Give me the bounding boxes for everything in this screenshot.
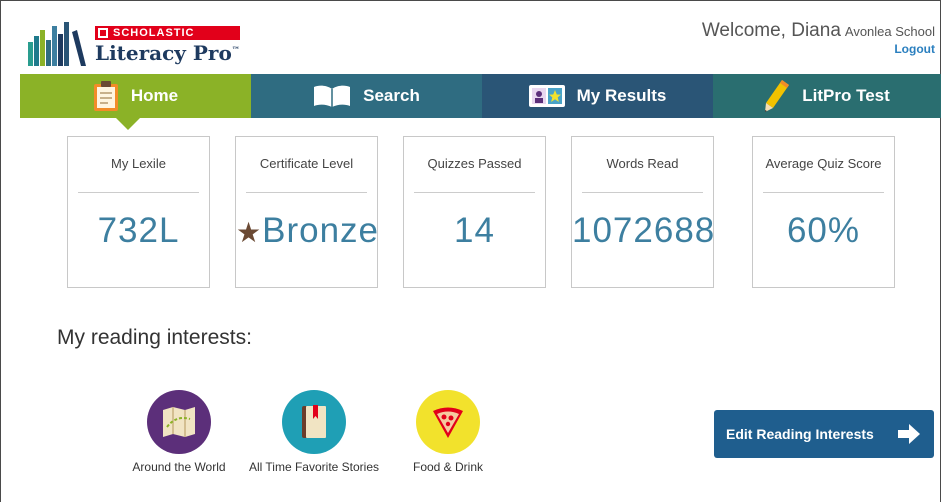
book-icon [313, 84, 351, 108]
stat-label: Certificate Level [246, 156, 367, 193]
interest-around-the-world[interactable]: Around the World [109, 390, 249, 476]
edit-reading-interests-button[interactable]: Edit Reading Interests [714, 410, 934, 458]
clipboard-icon [93, 81, 119, 111]
tab-home[interactable]: Home [20, 74, 251, 130]
tab-my-results-label: My Results [576, 86, 667, 105]
interest-label: All Time Favorite Stories [248, 460, 380, 474]
stat-words-read: Words Read 1072688 [571, 136, 714, 288]
tab-search[interactable]: Search [251, 74, 482, 118]
star-icon: ★ [236, 217, 263, 248]
welcome-text: Welcome, Diana [701, 20, 841, 41]
stat-value: 732L [97, 211, 180, 250]
stat-label: My Lexile [78, 156, 199, 193]
interest-label: Food & Drink [412, 460, 484, 474]
book-spines-icon [28, 22, 86, 66]
pizza-icon [433, 407, 463, 438]
literacy-pro-logo[interactable]: SCHOLASTIC Literacy Pro™ [28, 18, 258, 68]
tab-my-results[interactable]: My Results [482, 74, 713, 118]
stat-quizzes-passed: Quizzes Passed 14 [403, 136, 546, 288]
main-nav: Home Search My Results LitPro Test [20, 74, 941, 130]
header: SCHOLASTIC Literacy Pro™ Welcome, Diana A… [20, 0, 941, 74]
interest-icon-circle [282, 390, 346, 454]
interest-all-time-favorite-stories[interactable]: All Time Favorite Stories [244, 390, 384, 476]
trademark: ™ [231, 44, 240, 55]
stat-value: Bronze [262, 211, 380, 250]
school-name: Avonlea School [844, 24, 935, 39]
stat-average-quiz-score: Average Quiz Score 60% [752, 136, 895, 288]
edit-reading-interests-label: Edit Reading Interests [726, 426, 874, 442]
logout-link[interactable]: Logout [894, 42, 935, 56]
stat-label: Quizzes Passed [414, 156, 535, 193]
tab-search-label: Search [363, 86, 420, 105]
interest-icon-circle [416, 390, 480, 454]
scholastic-square-icon [98, 28, 108, 38]
stat-value: 1072688 [572, 211, 716, 250]
stat-label: Words Read [582, 156, 703, 193]
map-icon [163, 407, 195, 437]
stat-my-lexile: My Lexile 732L [67, 136, 210, 288]
stat-label: Average Quiz Score [763, 156, 884, 193]
tab-litpro-test-label: LitPro Test [802, 86, 890, 105]
interest-icon-circle [147, 390, 211, 454]
tab-home-label: Home [130, 86, 179, 105]
scholastic-tag: SCHOLASTIC [95, 26, 240, 40]
interest-food-and-drink[interactable]: Food & Drink [378, 390, 518, 476]
arrow-right-icon [898, 424, 920, 444]
brand-name-text: Literacy Pro [95, 41, 232, 65]
results-icon [528, 85, 565, 107]
book-icon [302, 405, 326, 438]
tab-litpro-test[interactable]: LitPro Test [713, 74, 941, 118]
stat-value-wrapper: ★Bronze [236, 211, 380, 251]
stat-value: 60% [786, 211, 861, 250]
welcome-message: Welcome, Diana Avonlea School [702, 20, 935, 42]
reading-interests-title: My reading interests: [57, 326, 252, 349]
interest-label: Around the World [132, 460, 226, 474]
stat-value: 14 [454, 211, 495, 250]
pencil-icon [764, 79, 790, 113]
stat-certificate-level: Certificate Level ★Bronze [235, 136, 378, 288]
brand-tag-text: SCHOLASTIC [113, 27, 195, 39]
brand-name: Literacy Pro™ [95, 41, 240, 65]
